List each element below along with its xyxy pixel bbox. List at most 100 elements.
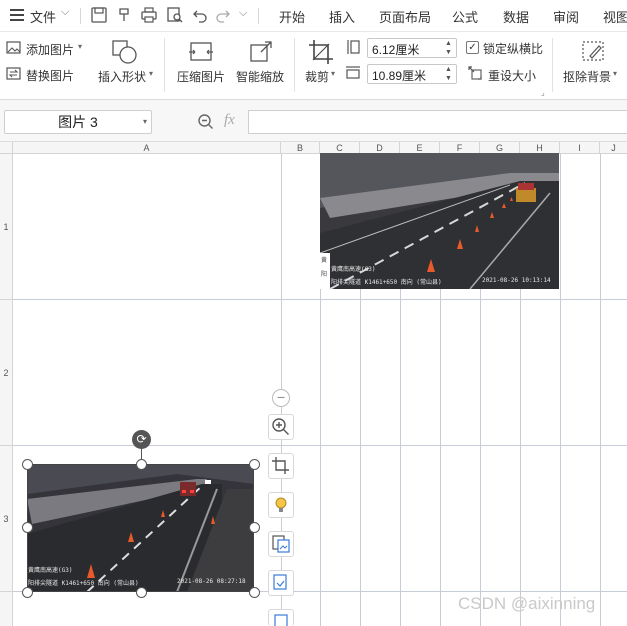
compress-picture-icon <box>189 42 213 61</box>
column-header-a[interactable]: A <box>13 142 281 154</box>
chevron-down-icon[interactable]: ⌵ <box>61 6 69 19</box>
height-icon <box>347 40 360 54</box>
replace-picture-button[interactable]: 替换图片 <box>26 67 74 84</box>
tab-page-layout[interactable]: 页面布局 <box>379 7 431 26</box>
tab-insert[interactable]: 插入 <box>329 7 355 26</box>
resize-handle-right[interactable] <box>249 522 260 533</box>
resize-handle-bottom[interactable] <box>136 587 147 598</box>
row-header-1[interactable]: 1 <box>0 154 13 300</box>
selection-frame <box>27 464 254 592</box>
tab-review[interactable]: 审阅 <box>553 7 579 26</box>
fx-icon[interactable]: fx <box>224 112 235 129</box>
picture-effects-tool[interactable] <box>268 492 294 518</box>
rotate-handle-icon[interactable]: ⟳ <box>132 430 151 449</box>
more-tool[interactable] <box>268 609 294 626</box>
picture-more-icon <box>274 614 288 626</box>
format-painter-icon[interactable] <box>116 6 134 24</box>
smart-zoom-icon <box>250 41 272 62</box>
height-value: 6.12厘米 <box>372 43 420 57</box>
insert-shape-dropdown-icon[interactable]: ▾ <box>149 69 153 78</box>
photo-timestamp: 2021-08-26 10:13:14 <box>482 277 551 284</box>
resize-handle-left[interactable] <box>22 522 33 533</box>
gridline <box>13 299 627 300</box>
tab-formulas[interactable]: 公式 <box>452 7 478 26</box>
column-header-b[interactable]: B <box>281 142 320 154</box>
width-up-icon[interactable]: ▲ <box>445 66 453 74</box>
more-chevron-icon[interactable]: ⌵ <box>239 7 247 20</box>
divider <box>258 8 259 24</box>
crop-icon <box>309 40 333 64</box>
formula-input[interactable] <box>248 110 627 134</box>
crop-tool[interactable] <box>268 453 294 479</box>
row-header-2[interactable]: 2 <box>0 300 13 446</box>
save-icon[interactable] <box>90 6 108 24</box>
resize-handle-bottom-right[interactable] <box>249 587 260 598</box>
row-header-4[interactable] <box>0 592 13 626</box>
print-icon[interactable] <box>140 6 158 24</box>
redo-icon[interactable] <box>214 6 232 24</box>
watermark: CSDN @aixinning <box>458 594 596 613</box>
picture-tools-ribbon: 添加图片 ▾ 替换图片 插入形状 ▾ 压缩图片 智能缩放 裁剪 ▾ 6.12厘米… <box>0 32 627 100</box>
gridline <box>560 154 561 626</box>
width-icon <box>346 66 360 79</box>
tab-data[interactable]: 数据 <box>503 7 529 26</box>
add-picture-button[interactable]: 添加图片 <box>26 41 74 58</box>
reset-size-icon <box>468 66 482 80</box>
gridline <box>13 445 627 446</box>
resize-handle-top-right[interactable] <box>249 459 260 470</box>
divider <box>552 38 553 92</box>
formula-bar: 图片 3 ▾ fx <box>0 100 627 142</box>
height-down-icon[interactable]: ▼ <box>445 49 453 57</box>
resize-handle-top[interactable] <box>136 459 147 470</box>
add-picture-dropdown-icon[interactable]: ▾ <box>78 42 82 51</box>
lightbulb-icon <box>275 497 287 512</box>
tab-view[interactable]: 视图 <box>603 7 627 26</box>
photo-side-text: 阳 <box>321 271 328 278</box>
crop-dropdown-icon[interactable]: ▾ <box>331 69 335 78</box>
name-box[interactable]: 图片 3 ▾ <box>4 110 152 134</box>
column-header-j[interactable]: J <box>600 142 627 154</box>
name-box-dropdown-icon[interactable]: ▾ <box>143 111 147 133</box>
height-up-icon[interactable]: ▲ <box>445 40 453 48</box>
photo-caption-line2: 阳排尖隧道 K1461+650 南向 (常山县) <box>331 279 442 286</box>
tab-home[interactable]: 开始 <box>279 7 305 26</box>
resize-handle-top-left[interactable] <box>22 459 33 470</box>
menu-bar: 文件 ⌵ ⌵ 开始 插入 页面布局 公式 数据 审阅 视图 <box>0 0 627 32</box>
width-input[interactable]: 10.89厘米 ▲ ▼ <box>367 64 457 84</box>
remove-background-icon <box>582 41 604 61</box>
hamburger-icon[interactable] <box>10 9 24 21</box>
undo-icon[interactable] <box>191 6 209 24</box>
crop-button[interactable]: 裁剪 <box>305 68 329 85</box>
dialog-launcher-icon[interactable]: ⌟ <box>541 88 545 97</box>
replace-picture-icon <box>6 67 21 80</box>
picture-convert-tool[interactable] <box>268 531 294 557</box>
photo-side-text: 黄 <box>321 257 328 264</box>
compress-picture-button[interactable]: 压缩图片 <box>177 68 225 85</box>
divider <box>164 38 165 92</box>
zoom-in-tool[interactable] <box>268 414 294 440</box>
file-menu[interactable]: 文件 <box>30 7 56 26</box>
lock-aspect-checkbox[interactable]: ✓ <box>466 41 479 54</box>
column-header-i[interactable]: I <box>560 142 600 154</box>
photo-caption-line1: 黄鹰南高速(G3) <box>331 266 376 273</box>
print-preview-icon[interactable] <box>166 6 184 24</box>
height-input[interactable]: 6.12厘米 ▲ ▼ <box>367 38 457 58</box>
width-down-icon[interactable]: ▼ <box>445 75 453 83</box>
width-value: 10.89厘米 <box>372 69 427 83</box>
insert-shape-button[interactable]: 插入形状 <box>98 68 146 85</box>
zoom-formula-icon[interactable] <box>197 113 215 131</box>
resize-handle-bottom-left[interactable] <box>22 587 33 598</box>
select-all-corner[interactable] <box>0 142 13 154</box>
picture-to-text-icon <box>272 535 290 553</box>
collapse-toolbar-icon[interactable]: − <box>272 389 290 407</box>
row-header-3[interactable]: 3 <box>0 446 13 592</box>
tunnel-photo-1[interactable]: 黄 阳 黄鹰南高速(G3) 阳排尖隧道 K1461+650 南向 (常山县) 2… <box>320 153 559 289</box>
reset-size-button[interactable]: 重设大小 <box>488 67 536 84</box>
remove-background-dropdown-icon[interactable]: ▾ <box>613 69 617 78</box>
picture-replace-tool[interactable] <box>268 570 294 596</box>
insert-shape-icon <box>112 40 137 64</box>
remove-background-button[interactable]: 抠除背景 <box>563 68 611 85</box>
lock-aspect-label: 锁定纵横比 <box>483 42 544 56</box>
gridline <box>600 154 601 626</box>
smart-zoom-button[interactable]: 智能缩放 <box>236 68 284 85</box>
